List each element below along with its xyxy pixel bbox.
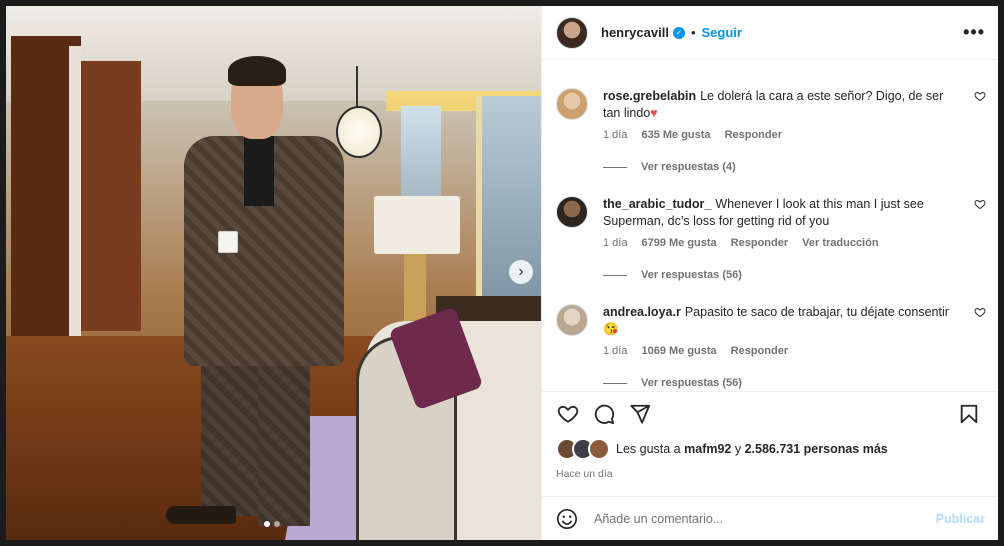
view-replies-button[interactable]: Ver respuestas (56) [603,269,742,281]
share-button[interactable] [628,402,652,426]
comment-likes[interactable]: 6799 Me gusta [641,237,716,249]
comment-body: rose.grebelabin Le dolerá la cara a este … [603,88,958,122]
comment-avatar[interactable] [556,304,588,336]
paper-plane-icon [630,404,651,424]
heart-emoji-icon: ♥ [650,106,658,120]
comment-username[interactable]: rose.grebelabin [603,89,696,103]
replies-line [603,274,627,276]
likes-summary: Les gusta a mafm92 y 2.586.731 personas … [542,438,998,460]
save-button[interactable] [957,402,981,426]
comment-body: andrea.loya.r Papasito te saco de trabaja… [603,304,958,338]
comment-avatar[interactable] [556,196,588,228]
add-comment-bar: Publicar [542,496,998,540]
view-replies-button[interactable]: Ver respuestas (56) [603,377,742,389]
like-button[interactable] [556,402,580,426]
photo-man-hair [228,56,286,86]
bookmark-icon [960,404,978,424]
replies-line [603,166,627,168]
carousel-dot [264,521,270,527]
photo-shoe [166,506,236,524]
emoji-icon[interactable] [556,508,578,530]
comment-body: the_arabic_tudor_ Whenever I look at this… [603,196,958,230]
photo-pendant-lamp [336,106,382,158]
post-header: henrycavill ✓ • Seguir ••• [542,6,998,60]
photo-man-leg-right [258,356,310,526]
post-modal: › henrycavill ✓ • Seguir ••• rose.grebel… [6,6,998,540]
liker-avatar[interactable] [588,438,610,460]
photo-lamp-cord [356,66,358,108]
comment-meta: 1 día 1069 Me gusta Responder [603,345,788,357]
heart-icon [557,405,579,423]
author-username[interactable]: henrycavill [601,25,669,40]
comment-item: the_arabic_tudor_ Whenever I look at this… [556,196,986,306]
comment-like-heart-icon[interactable] [974,90,986,102]
reply-button[interactable]: Responder [731,345,788,357]
view-replies-label: Ver respuestas (56) [641,269,742,281]
view-replies-label: Ver respuestas (56) [641,377,742,389]
comment-time: 1 día [603,345,628,357]
comment-meta: 1 día 6799 Me gusta Responder Ver traduc… [603,237,879,249]
photo-floor-lamp-shade [374,196,460,254]
photo-cup [218,231,238,253]
author-avatar[interactable] [556,16,588,49]
likes-text: Les gusta a mafm92 y 2.586.731 personas … [616,442,888,456]
verified-badge-icon: ✓ [672,26,685,39]
post-panel: henrycavill ✓ • Seguir ••• rose.grebelab… [541,6,998,540]
comment-username[interactable]: andrea.loya.r [603,305,681,319]
comment-username[interactable]: the_arabic_tudor_ [603,197,711,211]
header-separator: • [690,25,696,40]
chevron-right-icon: › [518,263,524,280]
carousel-dot [274,521,280,527]
comment-input[interactable] [592,510,936,527]
post-time[interactable]: Hace un día [542,468,998,480]
kiss-emoji-icon: 😘 [603,322,619,336]
replies-line [603,382,627,384]
publish-button[interactable]: Publicar [936,512,985,526]
photo-man-shirt [244,136,274,206]
likes-middle: y [734,442,742,456]
carousel-dots [264,521,280,527]
view-replies-button[interactable]: Ver respuestas (4) [603,161,736,173]
reply-button[interactable]: Responder [725,129,782,141]
comment-like-heart-icon[interactable] [974,306,986,318]
comments-list: rose.grebelabin Le dolerá la cara a este … [542,60,998,390]
comment-button[interactable] [592,402,616,426]
comment-time: 1 día [603,237,628,249]
comment-text: Papasito te saco de trabajar, tu déjate … [684,305,949,319]
comment-likes[interactable]: 635 Me gusta [641,129,710,141]
photo-man-leg-left [201,356,261,516]
view-replies-label: Ver respuestas (4) [641,161,736,173]
photo-floor-lamp-base [404,254,426,324]
likes-prefix: Les gusta a [616,442,681,456]
likes-count-link[interactable]: 2.586.731 personas más [745,442,888,456]
speech-bubble-icon [594,404,615,425]
comment-item: rose.grebelabin Le dolerá la cara a este … [556,88,986,198]
comment-likes[interactable]: 1069 Me gusta [641,345,716,357]
comment-like-heart-icon[interactable] [974,198,986,210]
follow-button[interactable]: Seguir [702,25,742,40]
comment-item: andrea.loya.r Papasito te saco de trabaja… [556,304,986,390]
comment-meta: 1 día 635 Me gusta Responder [603,129,782,141]
post-photo[interactable]: › [6,6,541,540]
more-options-icon[interactable]: ••• [963,22,985,43]
liker-avatars [556,438,610,460]
comment-avatar[interactable] [556,88,588,120]
action-icons-row [542,392,998,436]
likes-user-link[interactable]: mafm92 [684,442,731,456]
post-actions: Les gusta a mafm92 y 2.586.731 personas … [542,391,998,480]
translate-button[interactable]: Ver traducción [802,237,878,249]
carousel-next-button[interactable]: › [509,260,533,284]
comment-time: 1 día [603,129,628,141]
reply-button[interactable]: Responder [731,237,788,249]
photo-doorframe [69,46,81,346]
photo-door [81,61,141,331]
